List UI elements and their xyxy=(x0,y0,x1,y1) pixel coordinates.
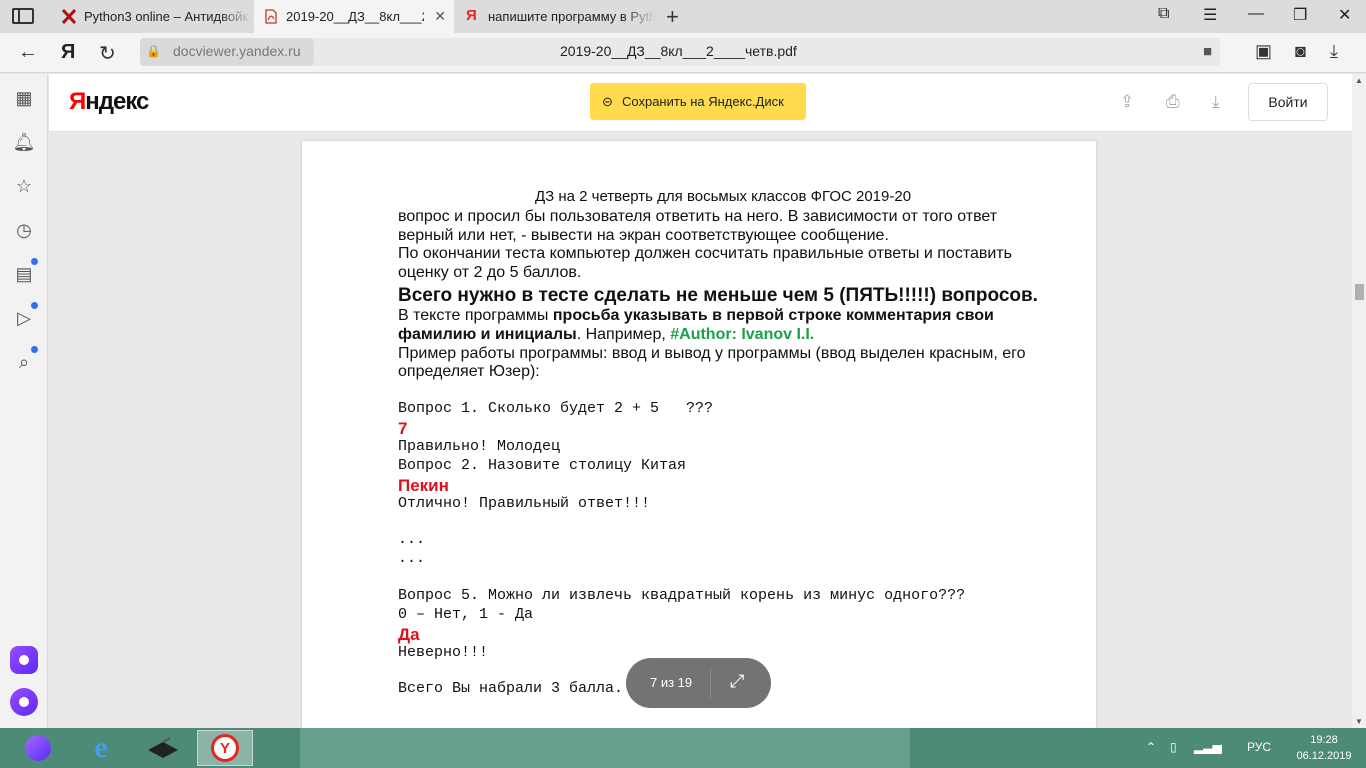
example-line: Вопрос 2. Назовите столицу Китая xyxy=(398,456,687,474)
history-clock-icon[interactable]: ◷ xyxy=(12,218,36,242)
address-domain: docviewer.yandex.ru xyxy=(173,43,301,59)
example-line: Отлично! Правильный ответ!!! xyxy=(398,494,651,512)
tab-label: 2019-20__ДЗ__8кл___2___четв.pdf xyxy=(286,9,424,24)
tab-antidvoika[interactable]: Python3 online – Антидвойка xyxy=(52,0,252,33)
doc-search-icon[interactable]: ⌕ xyxy=(12,346,38,374)
menu-icon[interactable]: ☰ xyxy=(1203,5,1217,25)
paragraph: По окончании теста компьютер должен сосч… xyxy=(398,245,1012,282)
page-counter[interactable]: 7 из 19 xyxy=(650,675,692,690)
minimize-button[interactable]: — xyxy=(1248,5,1264,23)
save-label: Сохранить на Яндекс.Диск xyxy=(622,94,784,109)
page-navigator[interactable]: 7 из 19 ⤢ xyxy=(626,658,771,708)
share-icon[interactable]: ⇪ xyxy=(1120,92,1134,112)
address-page-title: 2019-20__ДЗ__8кл___2____четв.pdf xyxy=(560,43,797,59)
scroll-down-icon[interactable]: ▼ xyxy=(1355,717,1363,726)
scroll-thumb[interactable] xyxy=(1355,284,1364,300)
sidebar-toggle-icon[interactable] xyxy=(12,8,34,24)
alice-taskbar-icon[interactable] xyxy=(10,730,66,766)
restore-button[interactable]: ❐ xyxy=(1293,5,1307,25)
protect-icon[interactable]: ▣ xyxy=(1255,41,1272,62)
page-header: ДЗ на 2 четверть для восьмых классов ФГО… xyxy=(534,188,912,205)
address-row: ← Я ↻ 🔒 docviewer.yandex.ru 2019-20__ДЗ_… xyxy=(0,33,1366,73)
site-info-chip[interactable]: 🔒 docviewer.yandex.ru xyxy=(140,38,314,66)
yandex-home-icon[interactable]: Я xyxy=(61,41,75,64)
volume-icon[interactable]: 🔈︎ xyxy=(1218,740,1225,755)
example-line: Вопрос 1. Сколько будет 2 + 5 ??? xyxy=(398,400,714,418)
example-line: Вопрос 5. Можно ли извлечь квадратный ко… xyxy=(398,586,966,604)
app-hat-icon[interactable] xyxy=(136,730,190,766)
close-window-button[interactable]: ✕ xyxy=(1338,5,1351,25)
disk-icon: ⊝ xyxy=(602,94,613,109)
video-play-icon[interactable]: ▷ xyxy=(12,302,38,330)
tab-label: напишите программу в Python xyxy=(488,9,656,24)
apps-grid-icon[interactable]: ▦ xyxy=(12,86,36,110)
clock-date: 06.12.2019 xyxy=(1296,750,1352,762)
tab-pdf[interactable]: 2019-20__ДЗ__8кл___2___четв.pdf ✕ xyxy=(254,0,454,33)
collections-icon[interactable]: ⧉ xyxy=(1158,5,1169,23)
paragraph: вопрос и просил бы пользователя ответить… xyxy=(398,207,998,244)
windows-taskbar: e Y ⌃ ▯ ▂▃▅ 🔈︎ РУС 19:28 06.12.2019 xyxy=(0,728,1366,768)
document-page: ДЗ на 2 четверть для восьмых классов ФГО… xyxy=(302,141,1096,728)
paragraph: Пример работы программы: ввод и вывод у … xyxy=(398,344,1026,381)
example-line: ... xyxy=(398,531,426,549)
tab-strip: Python3 online – Антидвойка 2019-20__ДЗ_… xyxy=(0,0,1366,33)
page-content: ДЗ на 2 четверть для восьмых классов ФГО… xyxy=(398,188,1048,699)
yandex-y-icon: Я xyxy=(466,7,477,24)
example-line: 0 – Нет, 1 - Да xyxy=(398,605,534,623)
save-to-disk-button[interactable]: ⊝ Сохранить на Яндекс.Диск xyxy=(590,83,806,120)
back-arrow-icon[interactable]: ← xyxy=(18,41,38,64)
tab-label: Python3 online – Антидвойка xyxy=(84,9,252,24)
lock-icon: 🔒 xyxy=(146,44,161,58)
fullscreen-icon[interactable]: ⤢ xyxy=(730,671,744,692)
internet-explorer-icon[interactable]: e xyxy=(74,730,128,766)
yandex-logo[interactable]: Яндекс xyxy=(69,88,149,116)
user-answer: Да xyxy=(398,624,420,644)
antidvoika-favicon-icon xyxy=(62,9,76,24)
example-line: ... xyxy=(398,550,426,568)
alice-messenger-icon[interactable] xyxy=(10,646,38,674)
collections-icon[interactable]: ▤ xyxy=(12,258,38,286)
language-indicator[interactable]: РУС xyxy=(1247,740,1271,754)
bell-icon[interactable]: 🔔︎ xyxy=(12,130,36,154)
clock-time: 19:28 xyxy=(1310,734,1338,746)
print-icon[interactable]: ⎙ xyxy=(1166,92,1180,112)
download-icon[interactable]: ⤓ xyxy=(1212,92,1220,112)
close-tab-icon[interactable]: ✕ xyxy=(434,8,446,25)
document-viewport[interactable]: ДЗ на 2 четверть для восьмых классов ФГО… xyxy=(49,132,1352,728)
extension-icon[interactable]: ◙ xyxy=(1295,41,1306,62)
new-tab-button[interactable]: + xyxy=(666,4,679,30)
yandex-browser-taskbar-icon[interactable]: Y xyxy=(197,730,253,766)
pdf-icon xyxy=(265,9,277,24)
downloads-icon[interactable]: ⤓ xyxy=(1330,41,1338,62)
bookmark-icon[interactable]: ■ xyxy=(1203,43,1212,60)
left-sidebar: ▦ 🔔︎ ☆ ◷ ▤ ▷ ⌕ xyxy=(0,74,48,728)
tab-python-question[interactable]: Я напишите программу в Python xyxy=(456,0,656,33)
show-hidden-icons[interactable]: ⌃ xyxy=(1146,740,1156,754)
system-clock[interactable]: 19:28 06.12.2019 xyxy=(1292,732,1356,764)
user-answer: 7 xyxy=(398,418,408,438)
address-bar[interactable]: 🔒 docviewer.yandex.ru 2019-20__ДЗ__8кл__… xyxy=(140,38,1220,66)
example-line: Правильно! Молодец xyxy=(398,437,561,455)
author-instruction: В тексте программы просьба указывать в п… xyxy=(398,306,994,343)
user-answer: Пекин xyxy=(398,475,449,495)
scrollbar[interactable]: ▲ ▼ xyxy=(1352,74,1366,728)
emphasis-paragraph: Всего нужно в тесте сделать не меньше че… xyxy=(398,284,1038,306)
scroll-up-icon[interactable]: ▲ xyxy=(1355,76,1363,85)
alice-assistant-icon[interactable] xyxy=(10,688,38,716)
author-example: #Author: Ivanov I.I. xyxy=(670,325,815,343)
star-icon[interactable]: ☆ xyxy=(12,174,36,198)
reload-icon[interactable]: ↻ xyxy=(99,41,116,66)
viewer-header: Яндекс ⊝ Сохранить на Яндекс.Диск ⇪ ⎙ ⤓ … xyxy=(49,74,1352,132)
device-icon[interactable]: ▯ xyxy=(1170,740,1177,754)
login-button[interactable]: Войти xyxy=(1248,83,1328,121)
